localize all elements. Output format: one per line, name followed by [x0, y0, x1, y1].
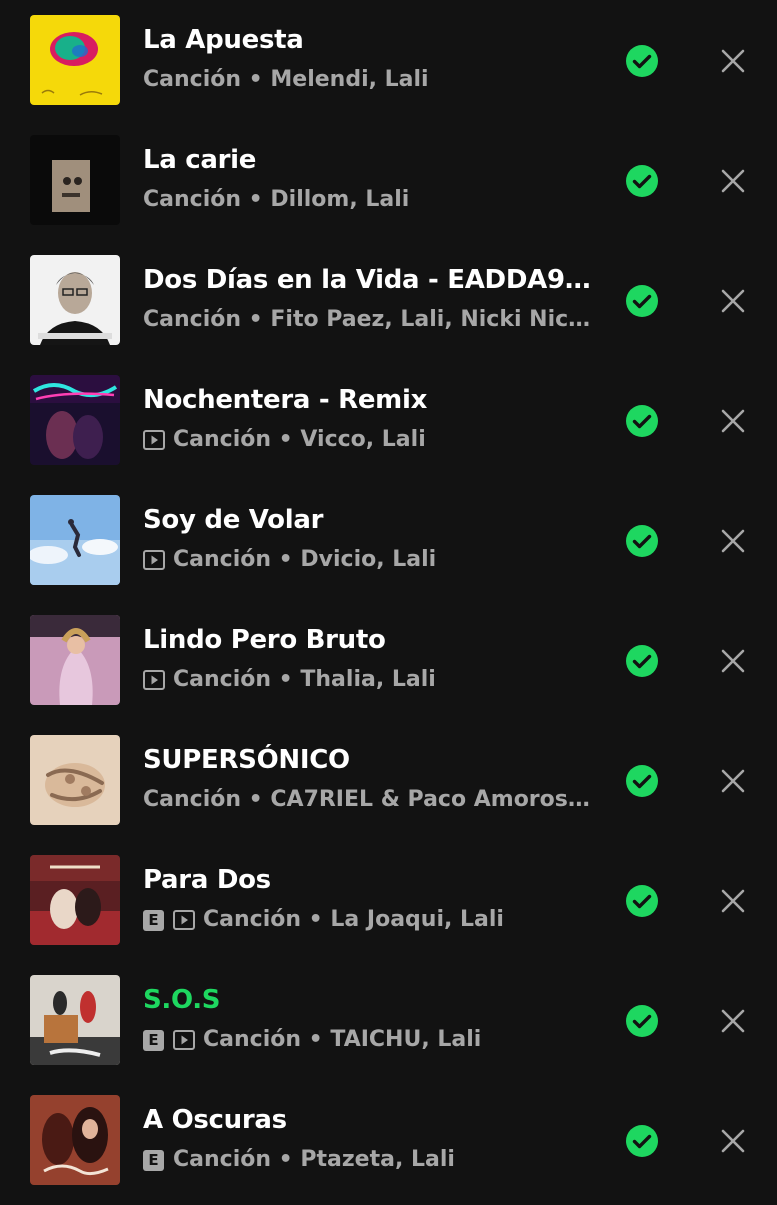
- track-subtitle: Canción • CA7RIEL & Paco Amoroso, Lal…: [143, 787, 598, 812]
- video-play-icon: [143, 550, 165, 570]
- track-row[interactable]: Dos Días en la Vida - EADDA92… Canción •…: [0, 255, 777, 365]
- close-icon[interactable]: [718, 766, 748, 796]
- track-row[interactable]: Soy de Volar Canción • Dvicio, Lali: [0, 495, 777, 605]
- close-icon[interactable]: [718, 46, 748, 76]
- track-subtitle: Canción • La Joaqui, Lali: [203, 907, 504, 932]
- track-title-now-playing: S.O.S: [143, 985, 221, 1015]
- track-list: La Apuesta Canción • Melendi, Lali La ca…: [0, 0, 777, 1200]
- check-circle-icon[interactable]: [625, 1124, 659, 1158]
- track-subtitle-row: E Canción • La Joaqui, Lali: [143, 905, 598, 935]
- album-art: [30, 1095, 120, 1185]
- close-icon[interactable]: [718, 646, 748, 676]
- album-art: [30, 15, 120, 105]
- track-row[interactable]: S.O.S E Canción • TAICHU, Lali: [0, 975, 777, 1085]
- track-subtitle-row: E Canción • Ptazeta, Lali: [143, 1145, 598, 1175]
- track-title: La Apuesta: [143, 25, 304, 55]
- check-circle-icon[interactable]: [625, 1004, 659, 1038]
- close-icon[interactable]: [718, 1126, 748, 1156]
- track-title: SUPERSÓNICO: [143, 745, 350, 775]
- track-subtitle: Canción • Fito Paez, Lali, Nicki Nicole: [143, 307, 598, 332]
- check-circle-icon[interactable]: [625, 764, 659, 798]
- video-play-icon: [143, 430, 165, 450]
- track-subtitle-row: Canción • Vicco, Lali: [143, 425, 598, 455]
- track-row[interactable]: A Oscuras E Canción • Ptazeta, Lali: [0, 1095, 777, 1205]
- track-subtitle: Canción • Dillom, Lali: [143, 187, 410, 212]
- track-row[interactable]: Para Dos E Canción • La Joaqui, Lali: [0, 855, 777, 965]
- check-circle-icon[interactable]: [625, 884, 659, 918]
- track-title: Nochentera - Remix: [143, 385, 428, 415]
- track-row[interactable]: La Apuesta Canción • Melendi, Lali: [0, 15, 777, 125]
- close-icon[interactable]: [718, 1006, 748, 1036]
- album-art: [30, 975, 120, 1065]
- track-subtitle-row: Canción • CA7RIEL & Paco Amoroso, Lal…: [143, 785, 598, 815]
- track-subtitle-row: E Canción • TAICHU, Lali: [143, 1025, 598, 1055]
- check-circle-icon[interactable]: [625, 164, 659, 198]
- close-icon[interactable]: [718, 406, 748, 436]
- track-subtitle-row: Canción • Dillom, Lali: [143, 185, 598, 215]
- video-play-icon: [143, 670, 165, 690]
- album-art: [30, 135, 120, 225]
- track-title: Dos Días en la Vida - EADDA92…: [143, 265, 593, 295]
- track-title: Soy de Volar: [143, 505, 324, 535]
- close-icon[interactable]: [718, 286, 748, 316]
- track-subtitle: Canción • Dvicio, Lali: [173, 547, 437, 572]
- track-subtitle-row: Canción • Melendi, Lali: [143, 65, 598, 95]
- album-art: [30, 495, 120, 585]
- close-icon[interactable]: [718, 886, 748, 916]
- track-subtitle-row: Canción • Fito Paez, Lali, Nicki Nicole: [143, 305, 598, 335]
- track-row[interactable]: Nochentera - Remix Canción • Vicco, Lali: [0, 375, 777, 485]
- check-circle-icon[interactable]: [625, 44, 659, 78]
- close-icon[interactable]: [718, 166, 748, 196]
- track-title: A Oscuras: [143, 1105, 287, 1135]
- track-title: La carie: [143, 145, 257, 175]
- explicit-badge: E: [143, 1029, 164, 1051]
- explicit-badge: E: [143, 1149, 164, 1171]
- check-circle-icon[interactable]: [625, 524, 659, 558]
- track-title: Lindo Pero Bruto: [143, 625, 386, 655]
- close-icon[interactable]: [718, 526, 748, 556]
- track-title: Para Dos: [143, 865, 271, 895]
- check-circle-icon[interactable]: [625, 644, 659, 678]
- album-art: [30, 255, 120, 345]
- check-circle-icon[interactable]: [625, 284, 659, 318]
- track-subtitle-row: Canción • Thalia, Lali: [143, 665, 598, 695]
- track-row[interactable]: Lindo Pero Bruto Canción • Thalia, Lali: [0, 615, 777, 725]
- track-subtitle: Canción • Ptazeta, Lali: [173, 1147, 455, 1172]
- explicit-badge: E: [143, 909, 164, 931]
- video-play-icon: [173, 910, 195, 930]
- track-subtitle: Canción • Vicco, Lali: [173, 427, 426, 452]
- track-subtitle: Canción • Melendi, Lali: [143, 67, 429, 92]
- album-art: [30, 735, 120, 825]
- track-row[interactable]: La carie Canción • Dillom, Lali: [0, 135, 777, 245]
- check-circle-icon[interactable]: [625, 404, 659, 438]
- track-subtitle: Canción • Thalia, Lali: [173, 667, 436, 692]
- track-row[interactable]: SUPERSÓNICO Canción • CA7RIEL & Paco Amo…: [0, 735, 777, 845]
- album-art: [30, 855, 120, 945]
- track-subtitle: Canción • TAICHU, Lali: [203, 1027, 482, 1052]
- track-subtitle-row: Canción • Dvicio, Lali: [143, 545, 598, 575]
- album-art: [30, 375, 120, 465]
- video-play-icon: [173, 1030, 195, 1050]
- album-art: [30, 615, 120, 705]
